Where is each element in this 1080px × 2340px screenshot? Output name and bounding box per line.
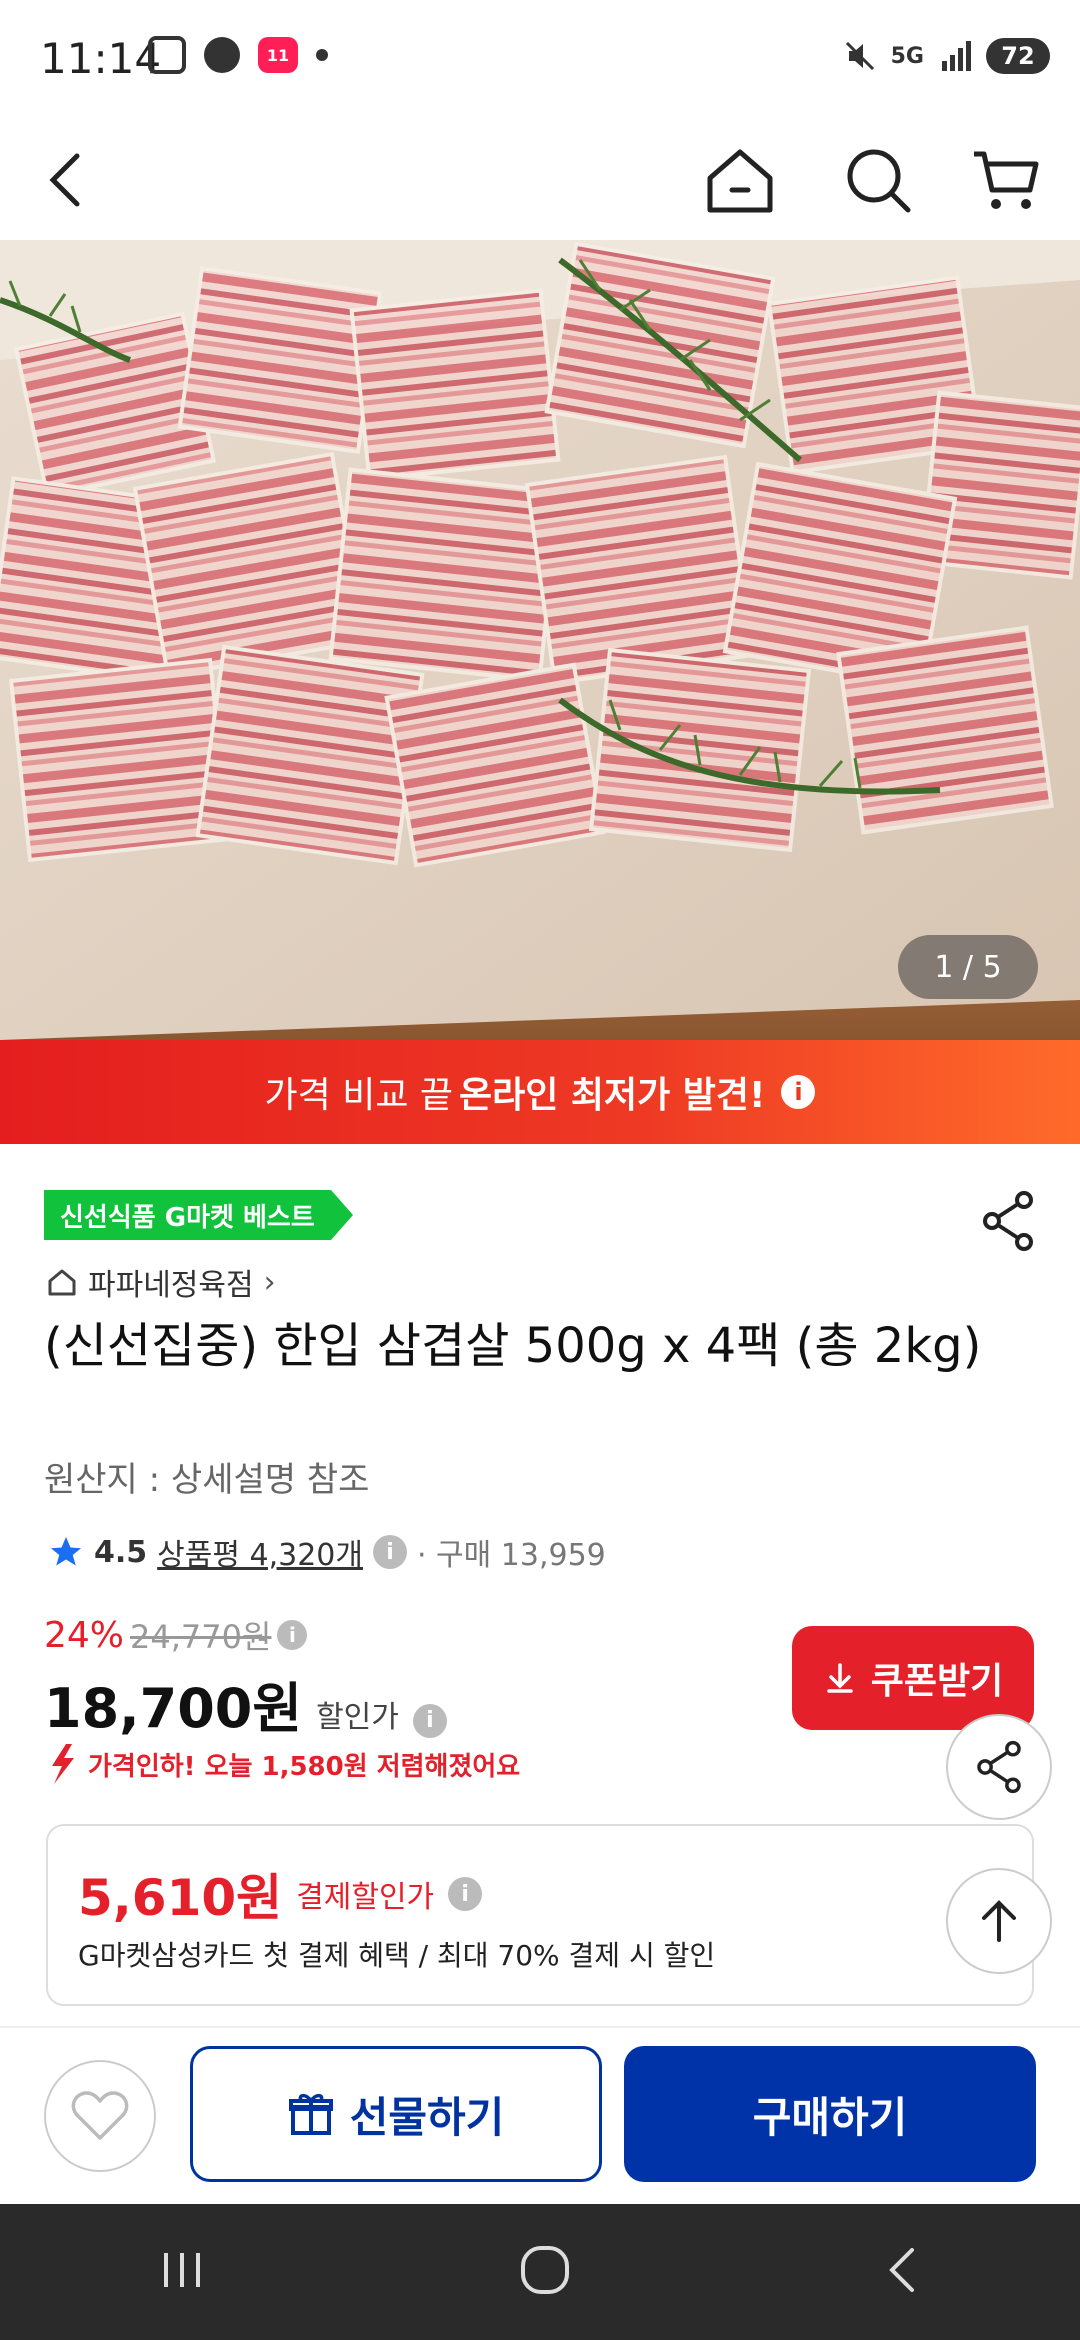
status-right: 5G 72 — [843, 38, 1050, 74]
lowest-price-banner[interactable]: 가격 비교 끝 온라인 최저가 발견! i — [0, 1040, 1080, 1144]
card-offer-desc: G마켓삼성카드 첫 결제 혜택 / 최대 70% 결제 시 할인 — [78, 1939, 716, 1972]
best-badge: 신선식품 G마켓 베스트 — [44, 1190, 353, 1240]
buy-button[interactable]: 구매하기 — [624, 2046, 1036, 2182]
share-icon — [977, 1740, 1021, 1794]
arrow-up-icon — [982, 1900, 1016, 1942]
home-nav-icon[interactable] — [515, 2240, 575, 2304]
sale-price: 18,700원 — [44, 1677, 303, 1740]
info-icon[interactable]: i — [781, 1075, 816, 1109]
cart-icon[interactable] — [966, 140, 1046, 220]
purchase-count: · 구매 13,959 — [416, 1538, 606, 1573]
sale-price-label: 할인가 — [316, 1700, 399, 1735]
wishlist-button[interactable] — [44, 2060, 156, 2172]
download-icon — [827, 1663, 853, 1693]
heart-icon — [71, 2091, 129, 2140]
price-row: 18,700원 할인가 i — [44, 1664, 447, 1743]
divider — [0, 2026, 1080, 2028]
network-label: 5G — [890, 43, 924, 69]
rating-row: 4.5 상품평 4,320개 i · 구매 13,959 — [48, 1530, 606, 1574]
origin-text: 원산지 : 상세설명 참조 — [44, 1460, 370, 1500]
scroll-top-button[interactable] — [946, 1868, 1052, 1974]
store-home-icon — [48, 1269, 76, 1296]
gift-label: 선물하기 — [349, 2092, 505, 2142]
gift-button[interactable]: 선물하기 — [190, 2046, 602, 2182]
mute-icon — [845, 41, 874, 71]
top-nav — [0, 120, 1080, 240]
review-link[interactable]: 상품평 4,320개 — [157, 1530, 363, 1574]
image-counter: 1 / 5 — [898, 935, 1038, 999]
price-drop-notice: 가격인하! 오늘 1,580원 저렴해졌어요 — [44, 1744, 520, 1784]
card-price: 5,610원 — [78, 1869, 283, 1927]
banner-highlight: 온라인 최저가 발견! — [459, 1075, 766, 1116]
app-notification-icon — [204, 37, 240, 73]
star-icon — [51, 1537, 81, 1566]
screenshot-icon — [148, 36, 186, 74]
system-nav-bar — [0, 2204, 1080, 2340]
card-info-icon[interactable]: i — [448, 1877, 483, 1911]
recent-apps-icon[interactable] — [152, 2245, 212, 2299]
eleven-street-icon: 11 — [258, 37, 298, 73]
notification-icons: 11 — [148, 36, 328, 74]
back-nav-icon[interactable] — [878, 2240, 928, 2304]
search-icon[interactable] — [838, 140, 918, 220]
product-title: (신선집중) 한입 삼겹살 500g x 4팩 (총 2kg) — [44, 1318, 982, 1374]
discount-row: 24% 24,770원 i — [44, 1612, 308, 1658]
home-icon[interactable] — [700, 140, 780, 220]
sale-info-icon[interactable]: i — [412, 1703, 447, 1738]
signal-icon — [942, 41, 971, 71]
share-icon[interactable] — [980, 1190, 1036, 1256]
status-bar: 11:14 11 5G 72 — [0, 0, 1080, 120]
original-price: 24,770원 — [130, 1618, 272, 1656]
battery-icon: 72 — [986, 38, 1050, 74]
price-drop-text: 가격인하! 오늘 1,580원 저렴해졌어요 — [88, 1751, 521, 1782]
floating-share-button[interactable] — [946, 1714, 1052, 1820]
store-link[interactable]: 파파네정육점 › — [46, 1260, 276, 1304]
price-info-icon[interactable]: i — [277, 1620, 308, 1650]
gift-icon — [288, 2093, 333, 2135]
product-image[interactable] — [0, 240, 1080, 1040]
banner-prefix: 가격 비교 끝 — [264, 1075, 454, 1116]
back-icon[interactable] — [26, 140, 106, 220]
review-info-icon[interactable]: i — [372, 1535, 407, 1569]
coupon-label: 쿠폰받기 — [870, 1661, 1004, 1702]
more-notifications-icon — [316, 49, 328, 61]
rating-value: 4.5 — [94, 1534, 148, 1570]
arrow-down-icon — [52, 1744, 74, 1784]
discount-rate: 24% — [44, 1614, 125, 1656]
card-price-label: 결제할인가 — [296, 1880, 435, 1915]
store-name: 파파네정육점 — [88, 1268, 254, 1303]
chevron-right-icon: › — [263, 1264, 276, 1300]
card-offer-price-row: 5,610원 결제할인가 i — [78, 1858, 483, 1930]
status-time: 11:14 — [40, 34, 162, 83]
